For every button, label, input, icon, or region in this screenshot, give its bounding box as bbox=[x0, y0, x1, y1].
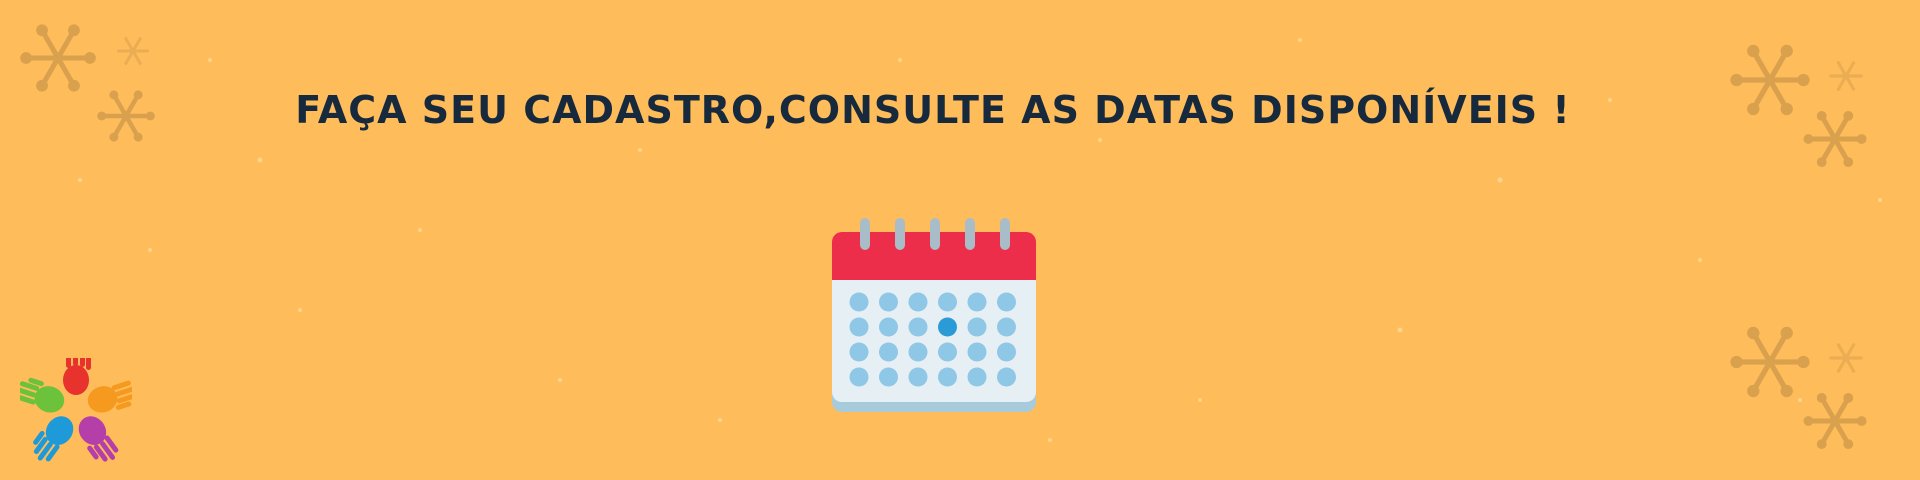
snowflake-icon bbox=[97, 90, 155, 142]
calendar-ring bbox=[895, 218, 905, 250]
calendar-day bbox=[967, 342, 987, 362]
page-headline: FAÇA SEU CADASTRO,CONSULTE AS DATAS DISP… bbox=[295, 88, 1571, 132]
calendar-day bbox=[849, 367, 869, 387]
calendar-ring bbox=[965, 218, 975, 250]
snowflake-icon bbox=[1803, 393, 1867, 449]
calendar-day bbox=[908, 367, 928, 387]
calendar-day bbox=[997, 342, 1016, 362]
calendar-ring bbox=[860, 218, 870, 250]
calendar-day bbox=[879, 342, 898, 362]
calendar-day bbox=[938, 367, 957, 387]
calendar-day bbox=[938, 342, 957, 362]
calendar-day bbox=[938, 292, 957, 312]
calendar-day bbox=[967, 367, 987, 387]
calendar-day bbox=[908, 292, 928, 312]
calendar-day bbox=[997, 317, 1016, 337]
calendar-day-selected bbox=[938, 317, 957, 337]
snowflake-icon bbox=[1829, 61, 1863, 91]
calendar-day bbox=[879, 367, 898, 387]
colorful-hands-logo bbox=[20, 358, 132, 462]
calendar-day bbox=[849, 292, 869, 312]
calendar-icon bbox=[832, 218, 1036, 412]
calendar-ring bbox=[930, 218, 940, 250]
calendar-day bbox=[997, 367, 1016, 387]
snowflake-icon bbox=[1803, 111, 1867, 167]
snowflake-icon bbox=[20, 24, 96, 92]
calendar-day bbox=[908, 317, 928, 337]
calendar-day bbox=[879, 292, 898, 312]
calendar-day bbox=[967, 317, 987, 337]
snowflake-icon bbox=[1829, 343, 1863, 373]
calendar-day bbox=[879, 317, 898, 337]
calendar-ring bbox=[1000, 218, 1010, 250]
calendar-day bbox=[967, 292, 987, 312]
calendar-day bbox=[997, 292, 1016, 312]
calendar-day bbox=[908, 342, 928, 362]
calendar-day bbox=[849, 342, 869, 362]
calendar-day bbox=[849, 317, 869, 337]
snowflake-icon bbox=[117, 36, 149, 66]
